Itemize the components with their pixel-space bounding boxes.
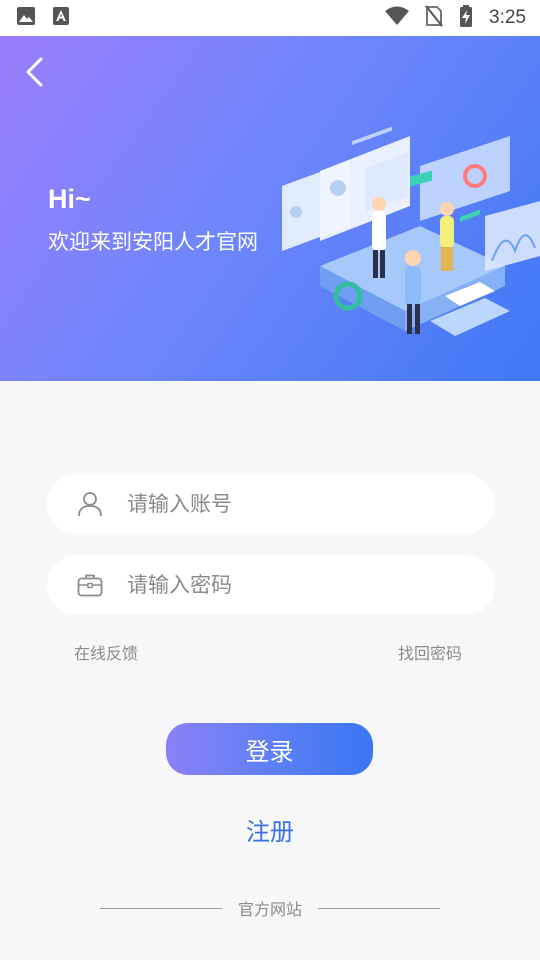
login-button[interactable]: 登录 <box>166 723 373 775</box>
greeting-title: Hi~ <box>48 184 91 214</box>
status-bar: 3:25 <box>0 0 540 36</box>
header-banner: Hi~ 欢迎来到安阳人才官网 <box>0 36 540 381</box>
account-field[interactable] <box>47 474 495 534</box>
feedback-link[interactable]: 在线反馈 <box>74 640 138 664</box>
no-sim-icon <box>425 5 443 31</box>
account-input[interactable] <box>127 492 457 516</box>
register-link[interactable]: 注册 <box>0 812 540 847</box>
image-notification-icon <box>16 6 36 30</box>
back-button[interactable] <box>12 50 56 94</box>
briefcase-icon <box>75 570 105 600</box>
welcome-text: 欢迎来到安阳人才官网 <box>48 230 258 254</box>
forgot-password-link[interactable]: 找回密码 <box>398 640 462 664</box>
divider-right <box>317 907 440 909</box>
official-site-link[interactable]: 官方网站 <box>238 896 302 920</box>
recruitment-illustration <box>282 126 540 336</box>
battery-charging-icon <box>459 5 473 31</box>
font-notification-icon <box>52 6 70 30</box>
password-field[interactable] <box>47 555 495 615</box>
status-time: 3:25 <box>489 7 526 28</box>
password-input[interactable] <box>127 573 457 597</box>
user-icon <box>75 489 105 519</box>
status-left <box>16 6 70 30</box>
status-right: 3:25 <box>385 5 526 31</box>
chevron-left-icon <box>26 57 43 87</box>
wifi-icon <box>385 6 410 30</box>
divider-left <box>100 907 222 909</box>
footer: 官方网站 <box>100 897 440 919</box>
